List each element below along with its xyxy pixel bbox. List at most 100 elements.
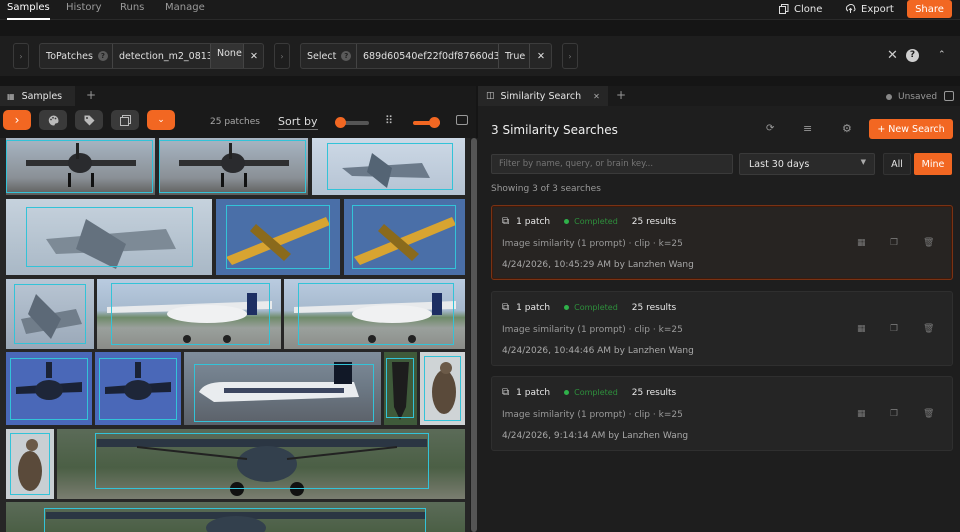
filter-mine-button[interactable]: Mine bbox=[914, 153, 952, 175]
scrollbar-thumb[interactable] bbox=[471, 138, 477, 532]
filter-all-button[interactable]: All bbox=[883, 153, 911, 175]
sample-tile[interactable] bbox=[344, 199, 465, 275]
sample-grid[interactable] bbox=[0, 138, 470, 532]
new-search-button[interactable]: + New Search bbox=[869, 119, 953, 139]
help-icon[interactable]: ? bbox=[341, 51, 352, 61]
sample-tile[interactable] bbox=[57, 429, 465, 499]
search-description: Image similarity (1 prompt) · clip · k=2… bbox=[502, 239, 683, 249]
sample-tile[interactable] bbox=[159, 138, 308, 195]
chevron-up-icon[interactable]: ⌃ bbox=[938, 50, 946, 60]
chevron-right-icon: › bbox=[14, 113, 20, 127]
layout-icon[interactable] bbox=[944, 91, 954, 101]
add-stage-chevron[interactable]: › bbox=[274, 43, 290, 69]
close-icon[interactable]: ✕ bbox=[593, 92, 600, 101]
sort-by-button[interactable]: Sort by bbox=[278, 115, 318, 130]
settings-icon[interactable]: ⚙ bbox=[842, 122, 852, 135]
view-bar-expand-left[interactable]: › bbox=[13, 43, 29, 69]
similarity-search-panel: 3 Similarity Searches ⟳ ≡ ⚙ + New Search… bbox=[478, 106, 960, 532]
zoom-slider-handle[interactable] bbox=[429, 117, 440, 128]
stage-value[interactable]: 689d60540ef22f0df87660d3... bbox=[357, 44, 498, 68]
grid-scrollbar[interactable] bbox=[470, 138, 478, 532]
search-card[interactable]: ⧉ 1 patch Completed 25 results Image sim… bbox=[491, 205, 953, 280]
clone-button[interactable]: Clone bbox=[779, 1, 822, 17]
search-description: Image similarity (1 prompt) · clip · k=2… bbox=[502, 410, 683, 420]
sample-tile[interactable] bbox=[312, 138, 465, 195]
view-results-icon[interactable]: ▦ bbox=[857, 238, 867, 248]
add-panel-icon[interactable]: + bbox=[616, 88, 626, 102]
list-icon[interactable]: ≡ bbox=[803, 122, 812, 135]
patches-button[interactable] bbox=[111, 110, 139, 130]
share-button[interactable]: Share bbox=[907, 0, 952, 18]
tab-similarity-search[interactable]: ◫ Similarity Search ✕ bbox=[478, 86, 608, 106]
patch-box bbox=[10, 433, 50, 495]
copy-icon[interactable]: ❐ bbox=[890, 324, 900, 334]
stage-extra[interactable]: None bbox=[211, 44, 243, 68]
sample-tile[interactable] bbox=[6, 199, 212, 275]
tags-button[interactable] bbox=[75, 110, 103, 130]
date-range-select[interactable]: Last 30 days ▼ bbox=[739, 153, 875, 175]
unsaved-label: Unsaved bbox=[898, 92, 938, 102]
search-card[interactable]: ⧉ 1 patch Completed 25 results Image sim… bbox=[491, 376, 953, 451]
sort-slider-handle[interactable] bbox=[335, 117, 346, 128]
patch-box bbox=[298, 283, 454, 345]
stage-value[interactable]: detection_m2_0813 bbox=[113, 44, 213, 68]
add-panel-icon[interactable]: + bbox=[86, 88, 96, 102]
color-palette-button[interactable] bbox=[39, 110, 67, 130]
sample-tile[interactable] bbox=[6, 138, 155, 195]
patch-label: 1 patch bbox=[516, 387, 551, 398]
tab-manage[interactable]: Manage bbox=[165, 2, 205, 13]
patch-count: 25 patches bbox=[210, 117, 260, 127]
search-card[interactable]: ⧉ 1 patch Completed 25 results Image sim… bbox=[491, 291, 953, 366]
expand-sidebar-button[interactable]: › bbox=[3, 110, 31, 130]
search-filter-input[interactable] bbox=[491, 154, 733, 174]
right-panel-tabs: ◫ Similarity Search ✕ + Unsaved bbox=[478, 86, 960, 106]
sample-tile[interactable] bbox=[216, 199, 340, 275]
more-actions-button[interactable]: ⌄ bbox=[147, 110, 175, 130]
tab-history[interactable]: History bbox=[66, 2, 102, 13]
sample-tile[interactable] bbox=[6, 429, 54, 499]
sample-tile[interactable] bbox=[6, 279, 94, 349]
stage-name-text: ToPatches bbox=[46, 50, 93, 62]
patch-label: 1 patch bbox=[516, 302, 551, 313]
delete-icon[interactable]: 🗑 bbox=[923, 409, 934, 419]
help-icon[interactable]: ? bbox=[97, 51, 108, 61]
export-button[interactable]: Export bbox=[845, 1, 894, 17]
sample-tile[interactable] bbox=[97, 279, 281, 349]
view-results-icon[interactable]: ▦ bbox=[857, 409, 867, 419]
remove-stage-button[interactable]: ✕ bbox=[244, 44, 264, 68]
sample-tile[interactable] bbox=[384, 352, 417, 425]
top-nav: Samples History Runs Manage Clone Export… bbox=[0, 0, 960, 20]
sample-tile[interactable] bbox=[420, 352, 465, 425]
result-count: 25 results bbox=[631, 302, 677, 313]
patch-box bbox=[352, 205, 456, 269]
patch-box bbox=[95, 433, 429, 489]
patch-box bbox=[111, 283, 270, 345]
grid-icon: ▦ bbox=[7, 91, 15, 101]
image-search-icon: ⧉ bbox=[502, 387, 510, 398]
help-icon[interactable]: ? bbox=[906, 49, 919, 62]
stage-select[interactable]: Select? 689d60540ef22f0df87660d3... True… bbox=[300, 43, 552, 69]
card-header: ⧉ 1 patch Completed 25 results bbox=[502, 387, 676, 398]
sample-tile[interactable] bbox=[6, 502, 465, 532]
copy-icon[interactable]: ❐ bbox=[890, 238, 900, 248]
copy-icon[interactable]: ❐ bbox=[890, 409, 900, 419]
tab-samples[interactable]: Samples bbox=[7, 2, 50, 20]
sample-tile[interactable] bbox=[284, 279, 465, 349]
sample-tile[interactable] bbox=[95, 352, 181, 425]
tab-runs[interactable]: Runs bbox=[120, 2, 144, 13]
delete-icon[interactable]: 🗑 bbox=[923, 324, 934, 334]
stage-extra[interactable]: True bbox=[499, 44, 529, 68]
sample-tile[interactable] bbox=[184, 352, 381, 425]
remove-stage-button[interactable]: ✕ bbox=[530, 44, 552, 68]
refresh-icon[interactable]: ⟳ bbox=[766, 123, 774, 134]
tab-samples-panel[interactable]: ▦ Samples bbox=[0, 86, 75, 106]
layout-icon[interactable] bbox=[456, 115, 468, 125]
view-results-icon[interactable]: ▦ bbox=[857, 324, 867, 334]
stage-topatches[interactable]: ToPatches? detection_m2_0813 None ✕ bbox=[39, 43, 264, 69]
clear-view-icon[interactable]: ✕ bbox=[887, 48, 898, 63]
delete-icon[interactable]: 🗑 bbox=[923, 238, 934, 248]
sample-tile[interactable] bbox=[6, 352, 92, 425]
stage-name: ToPatches? bbox=[40, 44, 112, 68]
add-stage-chevron[interactable]: › bbox=[562, 43, 578, 69]
patch-box bbox=[386, 358, 414, 418]
